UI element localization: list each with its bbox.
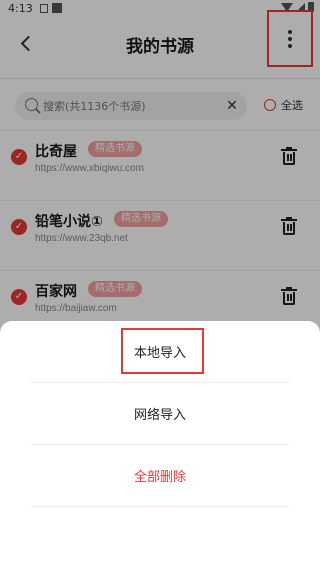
divider [30, 382, 290, 383]
bottom-sheet: 本地导入 网络导入 全部删除 [0, 321, 320, 568]
network-import-button[interactable]: 网络导入 [0, 385, 320, 441]
divider [30, 444, 290, 445]
divider [30, 506, 290, 507]
screen: 4:13 我的书源 ✕ 全选 ✓ 比奇屋 [0, 0, 320, 568]
delete-all-button[interactable]: 全部删除 [0, 447, 320, 503]
local-import-button[interactable]: 本地导入 [0, 323, 320, 379]
